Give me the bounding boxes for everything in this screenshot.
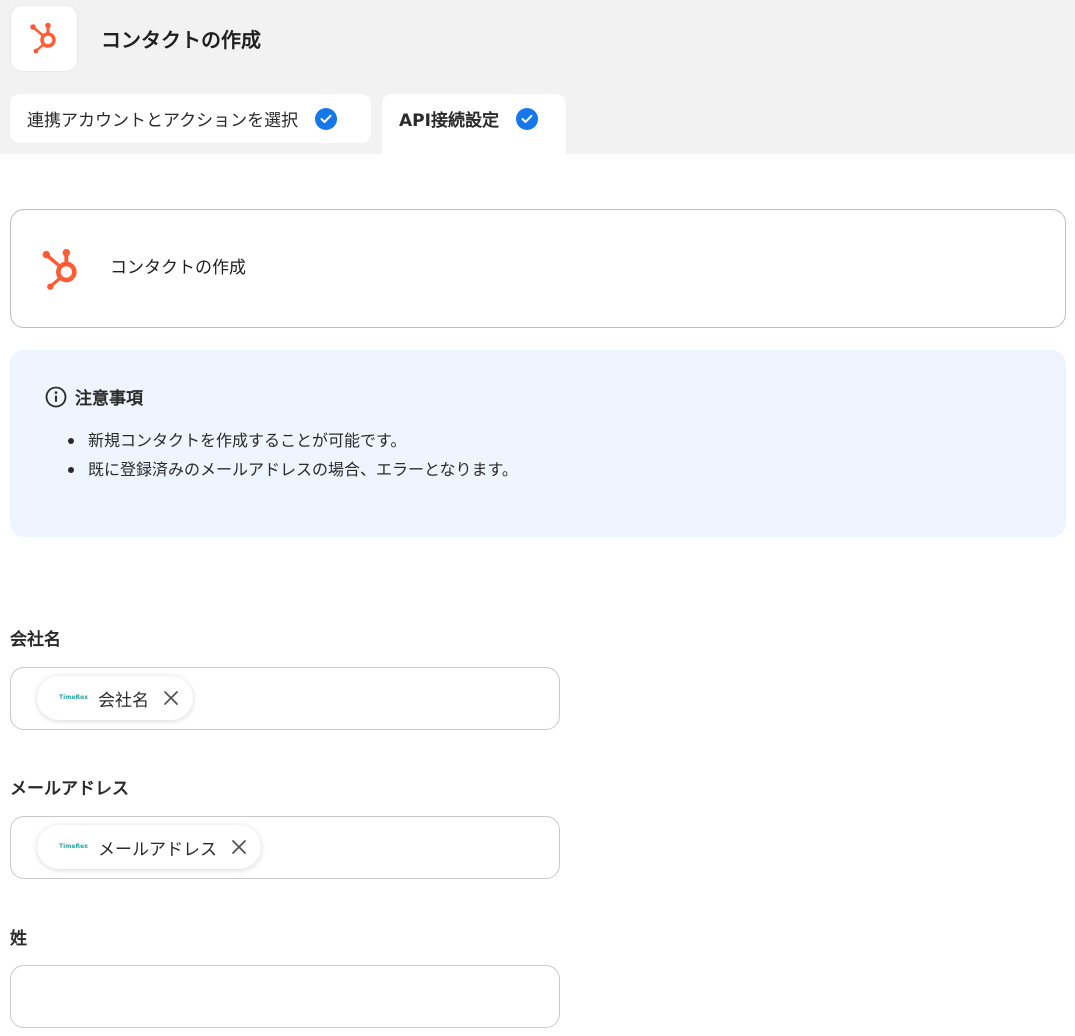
check-icon (515, 107, 538, 130)
header-area: コンタクトの作成 連携アカウントとアクションを選択 API接続設定 (0, 0, 1075, 154)
notice-item: 既に登録済みのメールアドレスの場合、エラーとなります。 (65, 455, 518, 484)
company-field[interactable]: TimeRex 会社名 (10, 667, 560, 730)
check-icon (315, 107, 338, 130)
tab-api-settings[interactable]: API接続設定 (382, 94, 566, 154)
field-label-last-name: 姓 (10, 929, 27, 949)
notice-header: 注意事項 (45, 386, 143, 412)
field-label-email: メールアドレス (10, 779, 129, 799)
hubspot-icon (37, 244, 85, 296)
notice-list: 新規コンタクトを作成することが可能です。 既に登録済みのメールアドレスの場合、エ… (65, 426, 518, 484)
last-name-field[interactable] (10, 965, 560, 1028)
close-icon[interactable] (161, 688, 181, 708)
action-card: コンタクトの作成 (10, 209, 1066, 328)
tab-label: 連携アカウントとアクションを選択 (27, 111, 299, 131)
tab-label: API接続設定 (399, 111, 499, 131)
variable-chip[interactable]: TimeRex メールアドレス (37, 825, 261, 869)
action-title: コンタクトの作成 (110, 258, 246, 278)
email-field[interactable]: TimeRex メールアドレス (10, 816, 560, 879)
tab-select-account-action[interactable]: 連携アカウントとアクションを選択 (10, 94, 371, 143)
field-label-company: 会社名 (10, 630, 61, 650)
chip-label: 会社名 (98, 690, 149, 711)
timerex-logo: TimeRex (59, 694, 89, 701)
notice-box: 注意事項 新規コンタクトを作成することが可能です。 既に登録済みのメールアドレス… (10, 350, 1066, 537)
variable-chip[interactable]: TimeRex 会社名 (37, 676, 193, 720)
close-icon[interactable] (229, 837, 249, 857)
app-logo (10, 5, 78, 72)
chip-label: メールアドレス (98, 839, 217, 860)
info-icon (45, 386, 67, 412)
notice-title: 注意事項 (75, 389, 143, 409)
hubspot-icon (26, 19, 62, 59)
timerex-logo: TimeRex (59, 843, 89, 850)
notice-item: 新規コンタクトを作成することが可能です。 (65, 426, 518, 455)
page-title: コンタクトの作成 (101, 28, 261, 52)
